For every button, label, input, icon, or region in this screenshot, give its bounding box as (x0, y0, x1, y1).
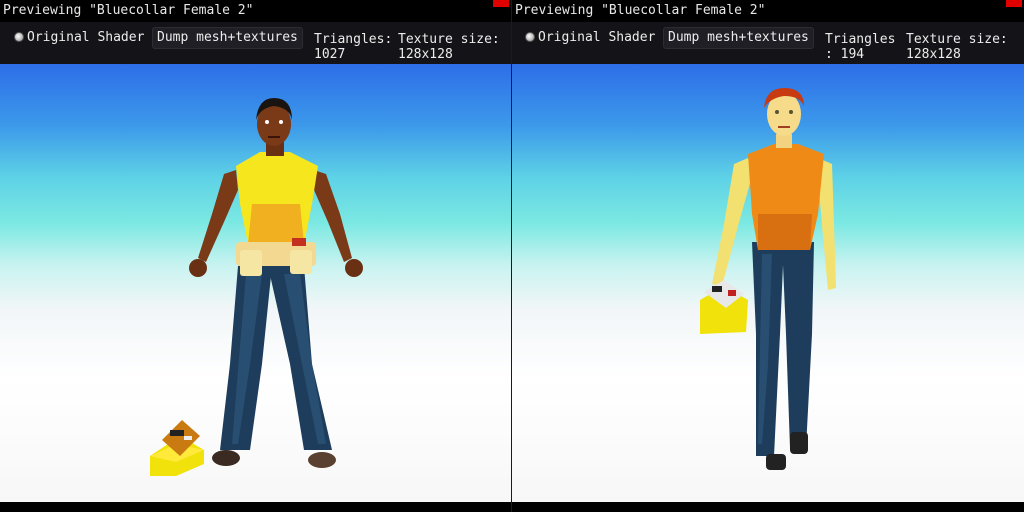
shader-radio-icon[interactable] (525, 32, 535, 42)
dump-mesh-textures-button[interactable]: Dump mesh+textures (663, 27, 814, 49)
texture-size-label: Texture size: (906, 32, 1008, 47)
original-shader-button[interactable]: Original Shader (26, 27, 145, 49)
triangles-label: Triangles: (314, 32, 393, 47)
bottom-strip (512, 502, 1024, 512)
toolbox-model (700, 280, 748, 334)
preview-panel-right: Previewing "Bluecollar Female 2" Origina… (512, 0, 1024, 512)
title-bar: Previewing "Bluecollar Female 2" (512, 0, 1024, 22)
triangles-label: Triangles (825, 32, 896, 47)
preview-title: Previewing "Bluecollar Female 2" (515, 3, 766, 18)
texture-size-value: 128x128 (906, 47, 961, 62)
character-model-female (150, 98, 363, 476)
original-shader-button[interactable]: Original Shader (537, 27, 656, 49)
toolbox-model (150, 420, 204, 476)
3d-viewport[interactable] (0, 64, 511, 502)
close-button[interactable] (493, 0, 509, 7)
texture-size-label: Texture size: (398, 32, 500, 47)
texture-size-value: 128x128 (398, 47, 453, 62)
preview-panel-left: Previewing "Bluecollar Female 2" Origina… (0, 0, 511, 512)
triangles-value: 1027 (314, 47, 346, 62)
triangles-value: : 194 (825, 47, 865, 62)
close-button[interactable] (1006, 0, 1022, 7)
dump-mesh-textures-button[interactable]: Dump mesh+textures (152, 27, 303, 49)
shader-radio-icon[interactable] (14, 32, 24, 42)
title-bar: Previewing "Bluecollar Female 2" (0, 0, 511, 22)
bottom-strip (0, 502, 511, 512)
3d-viewport[interactable] (512, 64, 1024, 502)
character-model-lowpoly (700, 88, 836, 470)
preview-title: Previewing "Bluecollar Female 2" (3, 3, 254, 18)
